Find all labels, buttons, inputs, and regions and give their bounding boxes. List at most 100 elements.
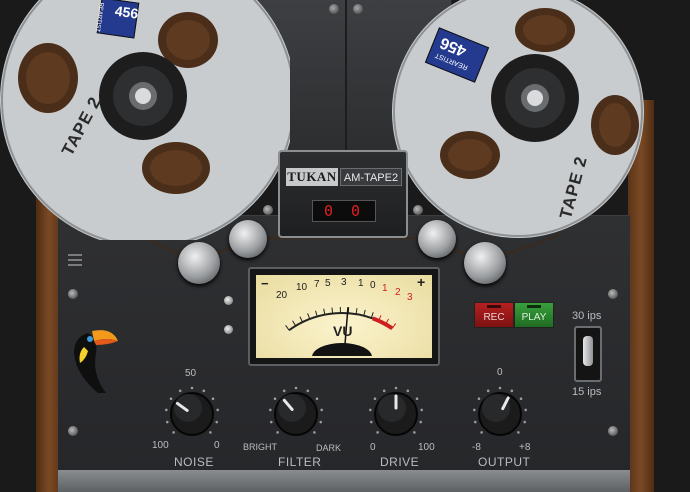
left-reel-disc — [0, 0, 290, 240]
filter-label: FILTER — [278, 455, 322, 469]
output-label: OUTPUT — [478, 455, 531, 469]
drive-knob-graphic — [369, 386, 423, 436]
vu-plus: + — [417, 274, 426, 290]
knob-tick-dot — [313, 431, 316, 434]
vu-tick-mark — [363, 309, 366, 316]
tape-counter: 0 0 — [312, 200, 376, 222]
toucan-logo-icon — [74, 330, 118, 393]
knob-tick-dot — [480, 431, 483, 434]
knob-tick-dot — [273, 397, 277, 401]
noise-mid-label: 50 — [185, 368, 197, 379]
noise-knob-graphic — [165, 386, 219, 436]
vu-tick-5: 5 — [325, 278, 331, 289]
knob-tick-dot — [373, 397, 377, 401]
knob-tick-dot — [211, 397, 215, 401]
filter-min-label: BRIGHT — [243, 442, 278, 452]
drive-knob[interactable] — [368, 386, 424, 442]
vu-tick-0: 0 — [370, 280, 376, 291]
knob-tick-dot — [172, 431, 175, 434]
knob-tick-dot — [306, 389, 310, 393]
knob-tick-dot — [165, 408, 168, 412]
vu-tick-plus3: 3 — [407, 292, 413, 303]
menu-icon[interactable] — [68, 254, 82, 266]
right-reel-disc — [392, 0, 644, 238]
speed-switch[interactable] — [574, 326, 602, 382]
knob-tick-dot — [413, 431, 416, 434]
knob-tick-dot — [382, 389, 386, 393]
vu-tick-7: 7 — [314, 279, 320, 290]
vu-tick-plus1: 1 — [382, 283, 388, 294]
vu-tick-10: 10 — [296, 282, 308, 293]
left-tape-box: REARTIST 456 — [94, 0, 140, 39]
knob-tick-dot — [486, 389, 490, 393]
output-knob-highlight — [482, 394, 510, 422]
knob-tick-dot — [269, 420, 273, 424]
counter-digit-right: 0 — [351, 202, 361, 220]
brand-name: TUKAN — [286, 168, 338, 186]
knob-tick-dot — [178, 389, 182, 393]
knob-tick-dot — [406, 389, 410, 393]
rec-button[interactable]: REC — [474, 302, 514, 328]
vu-tick-plus2: 2 — [395, 287, 401, 298]
filter-knob[interactable] — [268, 386, 324, 442]
play-label: PLAY — [521, 312, 547, 323]
knob-tick-dot — [215, 420, 219, 424]
led-indicator — [224, 296, 233, 305]
knob-tick-dot — [510, 389, 514, 393]
knob-tick-dot — [473, 420, 477, 424]
knob-tick-dot — [419, 420, 423, 424]
knob-tick-dot — [415, 397, 419, 401]
knob-tick-dot — [394, 386, 398, 390]
vu-tick-1: 1 — [358, 278, 364, 289]
vu-tick-mark — [307, 313, 311, 320]
output-max-label: +8 — [519, 442, 531, 453]
guide-roller-right-outer — [464, 242, 506, 284]
model-name: AM-TAPE2 — [340, 168, 402, 186]
led-indicator — [224, 325, 233, 334]
header-badge: TUKAN AM-TAPE2 0 0 — [278, 150, 408, 238]
filter-knob-graphic — [269, 386, 323, 436]
knob-tick-dot — [523, 420, 527, 424]
vu-needle-pivot — [312, 343, 372, 356]
noise-min-label: 100 — [152, 440, 169, 451]
knob-tick-dot — [376, 431, 379, 434]
output-knob[interactable] — [472, 386, 528, 442]
vu-tick-mark — [331, 307, 334, 314]
vu-tick-mark — [299, 316, 303, 323]
screw-icon — [263, 205, 273, 215]
vu-tick-mark — [315, 310, 318, 317]
vu-tick-mark — [370, 312, 374, 319]
knob-tick-dot — [369, 420, 373, 424]
noise-knob-highlight — [174, 394, 202, 422]
vu-tick-mark — [285, 325, 290, 331]
knob-tick-dot — [202, 389, 206, 393]
knob-tick-dot — [517, 431, 520, 434]
screw-icon — [68, 289, 78, 299]
drive-max-label: 100 — [418, 442, 435, 453]
knob-tick-dot — [276, 431, 279, 434]
knob-tick-dot — [216, 408, 219, 412]
filter-max-label: DARK — [316, 443, 342, 453]
knob-tick-dot — [519, 397, 523, 401]
knob-tick-dot — [477, 397, 481, 401]
vu-tick-mark — [391, 323, 397, 329]
output-min-label: -8 — [472, 442, 481, 453]
rec-label: REC — [483, 312, 505, 323]
vu-tick-mark — [292, 320, 297, 327]
left-reel[interactable] — [0, 0, 290, 240]
output-knob-graphic — [473, 386, 527, 436]
drive-knob-highlight — [378, 394, 406, 422]
vu-minus: − — [261, 276, 269, 291]
noise-max-label: 0 — [214, 440, 220, 451]
knob-tick-dot — [498, 386, 502, 390]
play-button[interactable]: PLAY — [514, 302, 554, 328]
knob-tick-dot — [165, 420, 169, 424]
screw-icon — [413, 205, 423, 215]
knob-tick-dot — [369, 408, 372, 412]
knob-tick-dot — [169, 397, 173, 401]
knob-tick-dot — [315, 397, 319, 401]
knob-tick-dot — [320, 408, 323, 412]
speed-switch-lever[interactable] — [583, 336, 593, 366]
vu-tick-mark — [323, 308, 326, 315]
noise-knob[interactable] — [164, 386, 220, 442]
